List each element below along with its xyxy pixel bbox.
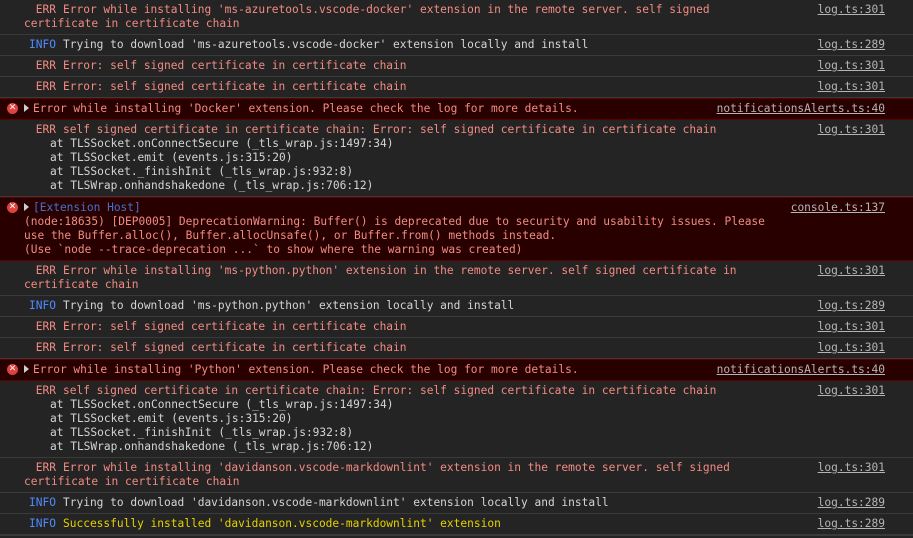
stack-frame: at TLSWrap.onhandshakedone (_tls_wrap.js… [50,179,374,192]
level-label: ERR [35,80,56,93]
source-link[interactable]: log.ts:301 [818,341,885,355]
error-x-icon: ✕ [7,364,18,375]
source-link[interactable]: log.ts:289 [818,496,885,510]
level-label: ERR [35,341,56,354]
log-row[interactable]: INFO Trying to download 'davidanson.vscod… [0,493,913,514]
log-message: Error: self signed certificate in certif… [63,320,407,333]
source-link[interactable]: log.ts:301 [818,3,885,17]
log-row[interactable]: ERR Error: self signed certificate in cer… [0,77,913,98]
source-link[interactable]: log.ts:289 [818,517,885,531]
level-label: INFO [29,517,56,530]
level-label: ERR [35,320,56,333]
expand-triangle-icon[interactable] [24,203,29,211]
deprecation-error-row[interactable]: ✕ [Extension Host] (node:18635) [DEP0005… [0,197,913,261]
log-row[interactable]: ERR Error while installing 'ms-python.pyt… [0,261,913,296]
source-link[interactable]: log.ts:301 [818,461,885,475]
log-message: Error: self signed certificate in certif… [63,341,407,354]
stack-frame: at TLSSocket.emit (events.js:315:20) [50,412,293,425]
log-row[interactable]: ERR Error: self signed certificate in cer… [0,317,913,338]
error-x-icon: ✕ [7,202,18,213]
alert-error-row[interactable]: ✕ Error while installing 'Docker' extens… [0,98,913,120]
stack-trace-row[interactable]: ERR self signed certificate in certificat… [0,381,913,458]
source-link[interactable]: console.ts:137 [791,201,885,215]
log-content: INFO Successfully installed 'davidanson.v… [24,517,907,531]
expand-triangle-icon[interactable] [24,365,29,373]
source-link[interactable]: log.ts:301 [818,80,885,94]
log-row[interactable]: ERR Error: self signed certificate in cer… [0,56,913,77]
alert-message: Error while installing 'Docker' extensio… [33,102,579,115]
stack-message: self signed certificate in certificate c… [63,384,717,397]
stack-trace-row[interactable]: ERR self signed certificate in certificat… [0,120,913,197]
stack-frame: at TLSSocket.onConnectSecure (_tls_wrap.… [50,398,394,411]
log-message: Trying to download 'ms-python.python' ex… [63,299,515,312]
log-content: ERR Error: self signed certificate in cer… [24,80,907,94]
stack-message: self signed certificate in certificate c… [63,123,717,136]
log-content: ERR Error while installing 'ms-python.pyt… [24,264,907,292]
log-content: ERR Error: self signed certificate in cer… [24,59,907,73]
log-message: Error: self signed certificate in certif… [63,59,407,72]
log-content: ERR self signed certificate in certificat… [24,123,907,193]
extension-host-tag: [Extension Host] [33,201,141,214]
stack-frame: at TLSSocket._finishInit (_tls_wrap.js:9… [50,165,354,178]
level-label: ERR [35,461,56,474]
source-link[interactable]: log.ts:301 [818,264,885,278]
log-message: Trying to download 'ms-azuretools.vscode… [63,38,589,51]
log-row[interactable]: INFO Trying to download 'ms-python.python… [0,296,913,317]
level-label: ERR [35,264,56,277]
level-label: INFO [29,496,56,509]
stack-frame: at TLSWrap.onhandshakedone (_tls_wrap.js… [50,440,374,453]
source-link[interactable]: notificationsAlerts.ts:40 [717,363,885,377]
log-row[interactable]: INFO Successfully installed 'davidanson.v… [0,514,913,535]
log-content: INFO Trying to download 'davidanson.vscod… [24,496,907,510]
source-link[interactable]: log.ts:301 [818,320,885,334]
log-row[interactable]: ERR Error while installing 'ms-azuretools… [0,0,913,35]
level-label: ERR [35,59,56,72]
deprecation-message: (node:18635) [DEP0005] DeprecationWarnin… [24,215,772,242]
log-content: ERR Error: self signed certificate in cer… [24,320,907,334]
deprecation-hint: (Use `node --trace-deprecation ...` to s… [24,243,523,256]
error-x-icon: ✕ [7,103,18,114]
level-label: INFO [29,299,56,312]
log-message: Successfully installed 'davidanson.vscod… [63,517,501,530]
devtools-console: ERR Error while installing 'ms-azuretools… [0,0,913,538]
level-label: ERR [35,3,56,16]
alert-message: Error while installing 'Python' extensio… [33,363,579,376]
stack-frame: at TLSSocket._finishInit (_tls_wrap.js:9… [50,426,354,439]
expand-triangle-icon[interactable] [24,104,29,112]
log-message: Error while installing 'ms-azuretools.vs… [24,3,717,30]
source-link[interactable]: log.ts:289 [818,38,885,52]
level-label: INFO [29,38,56,51]
stack-first-line: ERR self signed certificate in certificat… [24,123,787,137]
log-message: Error: self signed certificate in certif… [63,80,407,93]
source-link[interactable]: log.ts:289 [818,299,885,313]
level-label: ERR [35,123,56,136]
log-row[interactable]: ERR Error while installing 'davidanson.vs… [0,458,913,493]
stack-first-line: ERR self signed certificate in certificat… [24,384,787,398]
level-label: ERR [35,384,56,397]
log-content: INFO Trying to download 'ms-python.python… [24,299,907,313]
log-content: ERR Error while installing 'davidanson.vs… [24,461,907,489]
log-content: INFO Trying to download 'ms-azuretools.vs… [24,38,907,52]
log-content: [Extension Host] (node:18635) [DEP0005] … [24,201,907,257]
log-message: Error while installing 'davidanson.vscod… [24,461,737,488]
stack-frame: at TLSSocket.onConnectSecure (_tls_wrap.… [50,137,394,150]
stack-frame: at TLSSocket.emit (events.js:315:20) [50,151,293,164]
log-row[interactable]: INFO Trying to download 'ms-azuretools.vs… [0,35,913,56]
source-link[interactable]: log.ts:301 [818,123,885,137]
alert-error-row[interactable]: ✕ Error while installing 'Python' extens… [0,359,913,381]
source-link[interactable]: log.ts:301 [818,59,885,73]
log-content: ERR Error: self signed certificate in cer… [24,341,907,355]
source-link[interactable]: notificationsAlerts.ts:40 [717,102,885,116]
log-message: Trying to download 'davidanson.vscode-ma… [63,496,609,509]
log-message: Error while installing 'ms-python.python… [24,264,744,291]
log-content: ERR Error while installing 'ms-azuretools… [24,3,907,31]
log-content: ERR self signed certificate in certificat… [24,384,907,454]
log-row[interactable]: ERR Error: self signed certificate in cer… [0,338,913,359]
source-link[interactable]: log.ts:301 [818,384,885,398]
